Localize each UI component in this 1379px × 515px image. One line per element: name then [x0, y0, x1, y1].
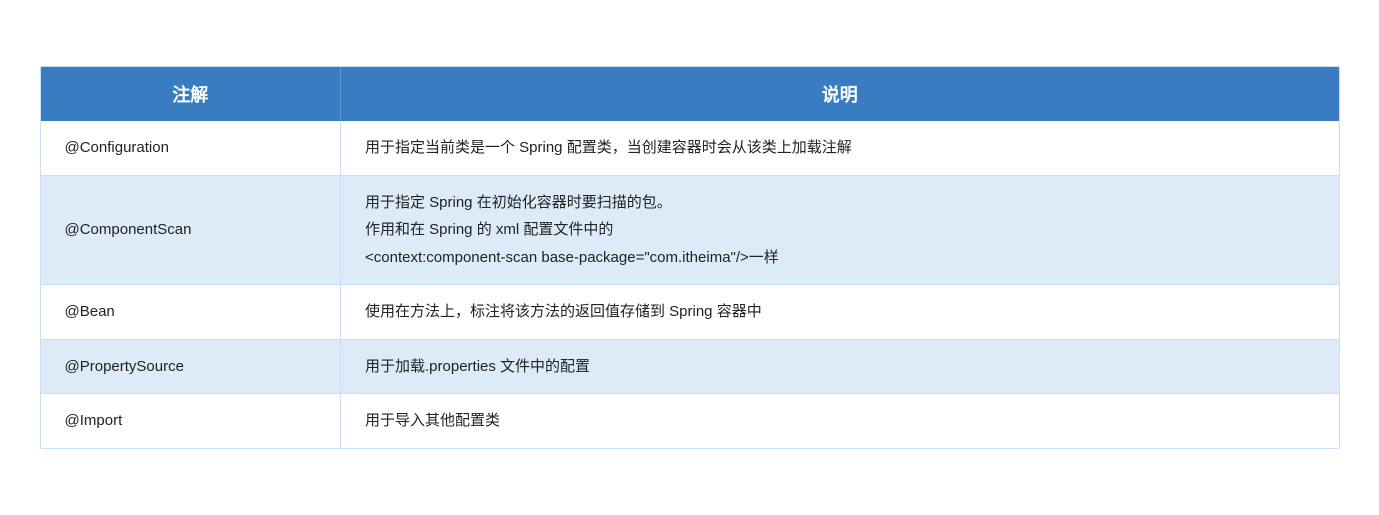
table-row: @Bean使用在方法上，标注将该方法的返回值存储到 Spring 容器中 — [41, 285, 1339, 340]
annotation-cell: @PropertySource — [41, 339, 341, 394]
annotation-cell: @Import — [41, 394, 341, 448]
annotation-cell: @Bean — [41, 285, 341, 340]
description-cell: 用于导入其他配置类 — [341, 394, 1339, 448]
annotation-table-wrapper: 注解 说明 @Configuration用于指定当前类是一个 Spring 配置… — [40, 66, 1340, 449]
header-description-col: 说明 — [341, 67, 1339, 121]
table-row: @Configuration用于指定当前类是一个 Spring 配置类，当创建容… — [41, 121, 1339, 175]
annotation-cell: @Configuration — [41, 121, 341, 175]
table-row: @PropertySource用于加载.properties 文件中的配置 — [41, 339, 1339, 394]
description-cell: 用于指定当前类是一个 Spring 配置类，当创建容器时会从该类上加载注解 — [341, 121, 1339, 175]
description-cell: 用于加载.properties 文件中的配置 — [341, 339, 1339, 394]
table-header-row: 注解 说明 — [41, 67, 1339, 121]
annotation-table: 注解 说明 @Configuration用于指定当前类是一个 Spring 配置… — [41, 67, 1339, 448]
table-row: @ComponentScan用于指定 Spring 在初始化容器时要扫描的包。作… — [41, 175, 1339, 285]
header-annotation-col: 注解 — [41, 67, 341, 121]
annotation-cell: @ComponentScan — [41, 175, 341, 285]
description-cell: 使用在方法上，标注将该方法的返回值存储到 Spring 容器中 — [341, 285, 1339, 340]
table-row: @Import用于导入其他配置类 — [41, 394, 1339, 448]
description-cell: 用于指定 Spring 在初始化容器时要扫描的包。作用和在 Spring 的 x… — [341, 175, 1339, 285]
